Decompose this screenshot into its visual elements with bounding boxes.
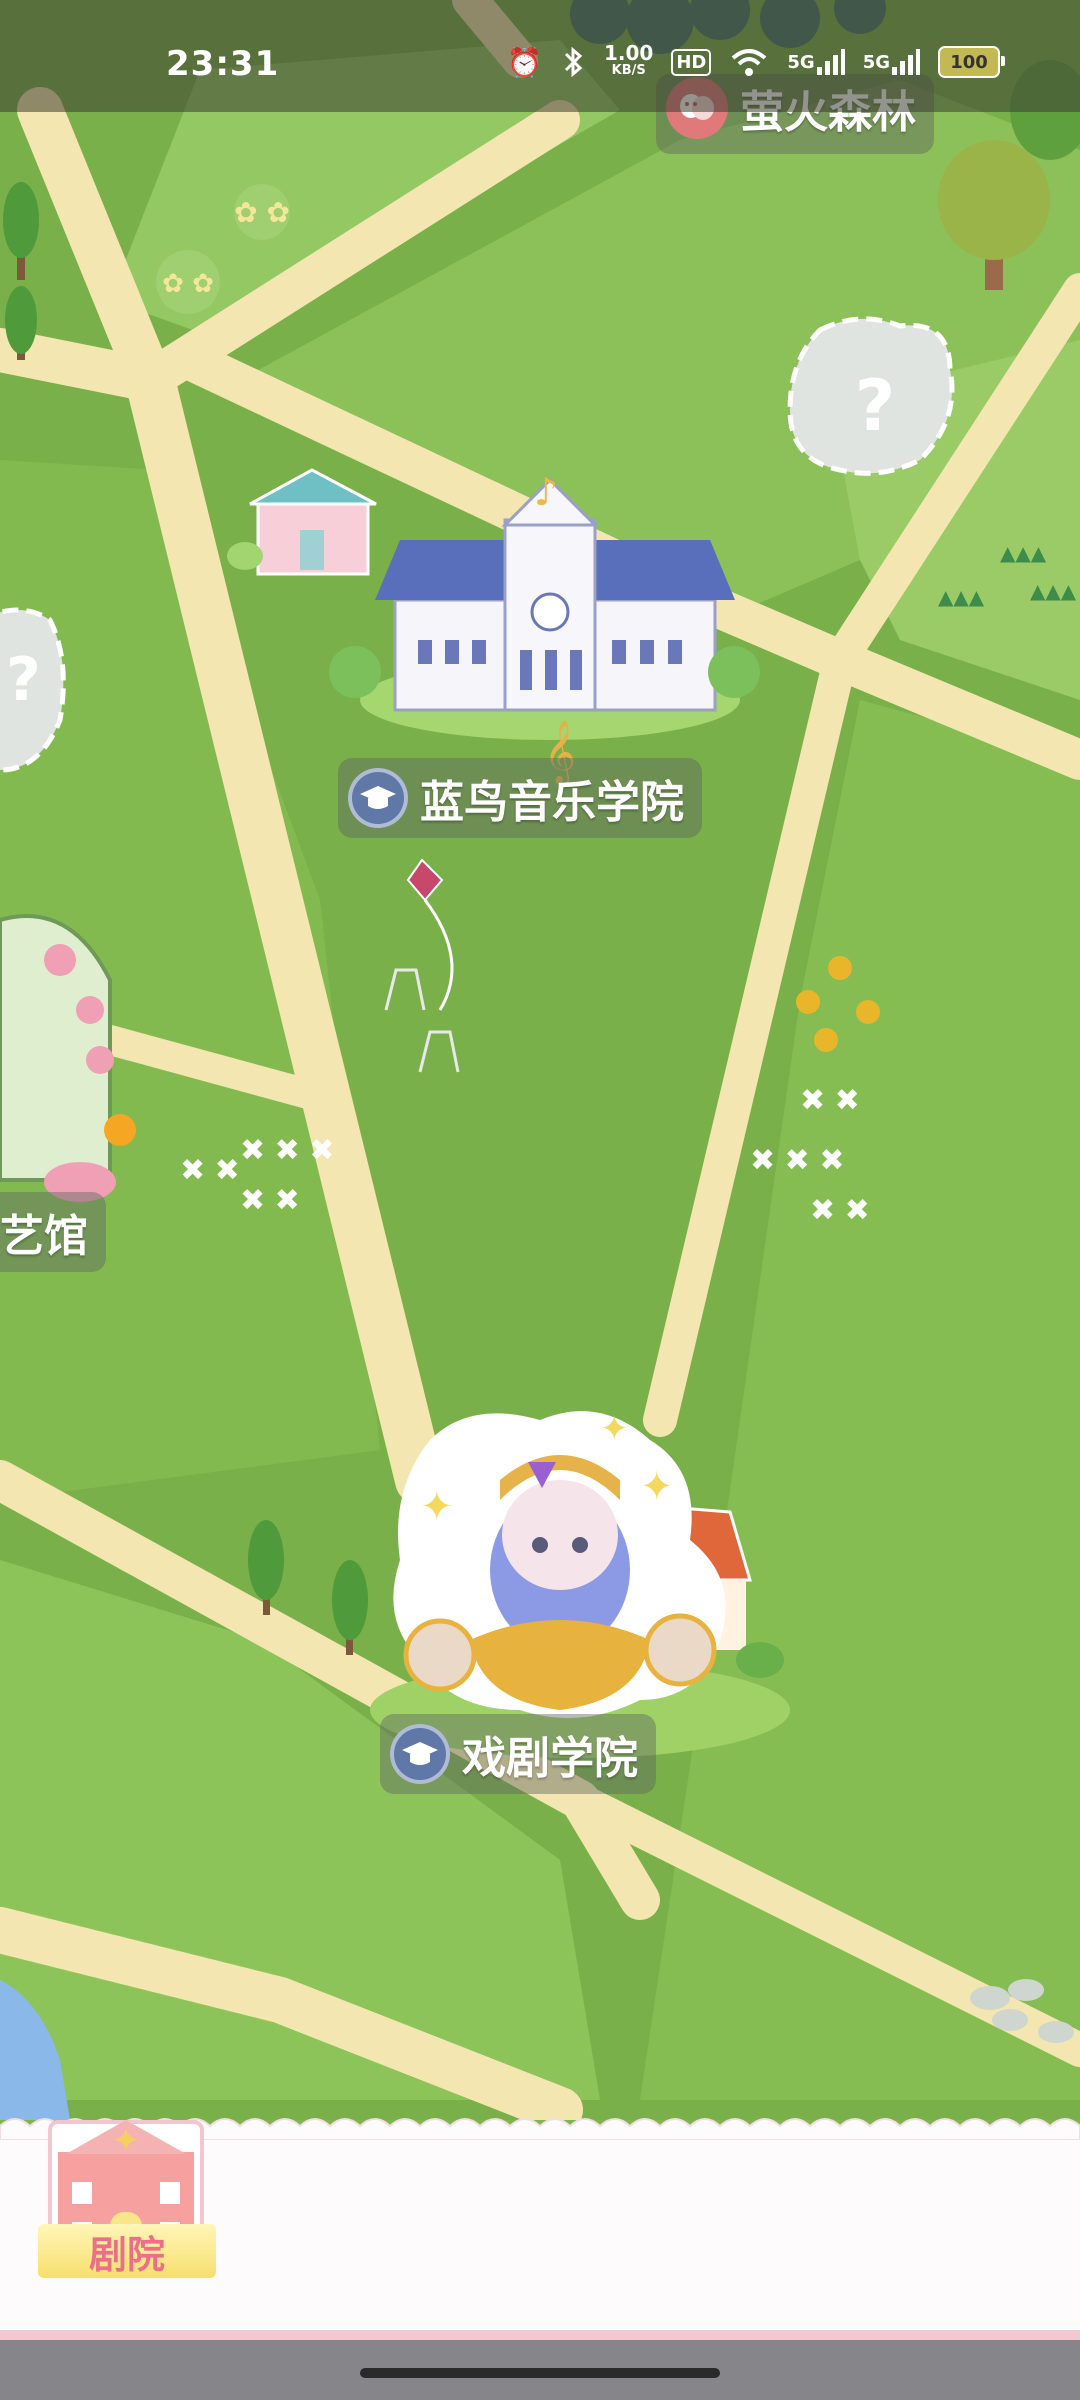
location-label-text: 蓝鸟音乐学院 (420, 777, 684, 828)
signal-icon: 5G (787, 47, 845, 77)
location-label-text: 艺馆 (0, 1211, 88, 1262)
svg-text:✿ ✿: ✿ ✿ (234, 196, 290, 229)
svg-text:▲▲▲: ▲▲▲ (938, 585, 985, 609)
svg-text:✖ ✖ ✖: ✖ ✖ ✖ (750, 1143, 844, 1178)
svg-text:▲▲▲: ▲▲▲ (1030, 579, 1077, 603)
svg-text:✦: ✦ (640, 1464, 674, 1510)
svg-text:✖ ✖: ✖ ✖ (800, 1083, 860, 1118)
hd-badge: HD (671, 48, 712, 76)
theater-building-icon[interactable]: ✦ (36, 2092, 216, 2322)
svg-text:✦: ✦ (112, 2121, 141, 2161)
svg-text:✦: ✦ (420, 1484, 454, 1530)
location-label-drama-academy[interactable]: 戏剧学院 (380, 1714, 656, 1794)
bottom-pink-strip (0, 2330, 1080, 2340)
location-label-bluebird-music-academy[interactable]: 蓝鸟音乐学院 (338, 758, 702, 838)
world-map[interactable]: ✿ ✿ ✿ ✿ ✖ ✖ ✖ ✖ ✖ ✖ ✖ ✖ ✖ ✖ ✖ ✖ ✖ ✖ ▲▲▲ … (0, 0, 1080, 2120)
svg-text:?: ? (6, 645, 41, 715)
svg-text:▲▲▲: ▲▲▲ (1000, 541, 1047, 565)
unknown-location-marker-right: ? (787, 316, 955, 476)
alarm-icon: ⏰ (507, 45, 542, 79)
svg-text:✖ ✖: ✖ ✖ (180, 1153, 240, 1188)
theater-button-label: 剧院 (88, 2232, 165, 2277)
svg-text:✖ ✖: ✖ ✖ (810, 1193, 870, 1228)
svg-text:✦: ✦ (600, 1409, 629, 1449)
svg-text:✿ ✿: ✿ ✿ (162, 269, 214, 299)
location-label-art-hall[interactable]: 艺馆 (0, 1192, 106, 1272)
location-label-text: 戏剧学院 (462, 1733, 638, 1784)
status-icons: ⏰ 1.00 KB/S HD 5G 5G 100 (507, 41, 1005, 82)
svg-text:✖ ✖ ✖: ✖ ✖ ✖ (240, 1133, 334, 1168)
net-speed: 1.00 KB/S (604, 41, 654, 78)
svg-text:✖ ✖: ✖ ✖ (240, 1183, 300, 1218)
bluetooth-icon (560, 46, 586, 78)
status-bar: 23:31 ⏰ 1.00 KB/S HD 5G 5G 100 (0, 0, 1080, 112)
graduation-cap-icon (390, 1724, 450, 1784)
theater-button[interactable]: 剧院 (38, 2224, 216, 2278)
battery-icon: 100 (938, 46, 1005, 78)
signal-icon-2: 5G (863, 47, 920, 77)
svg-text:?: ? (855, 365, 896, 447)
status-time: 23:31 (166, 44, 280, 84)
svg-text:♪: ♪ (534, 470, 558, 514)
graduation-cap-icon (348, 768, 408, 828)
system-nav-bar (0, 2340, 1080, 2400)
home-indicator[interactable] (360, 2368, 720, 2378)
wifi-icon (729, 46, 769, 78)
